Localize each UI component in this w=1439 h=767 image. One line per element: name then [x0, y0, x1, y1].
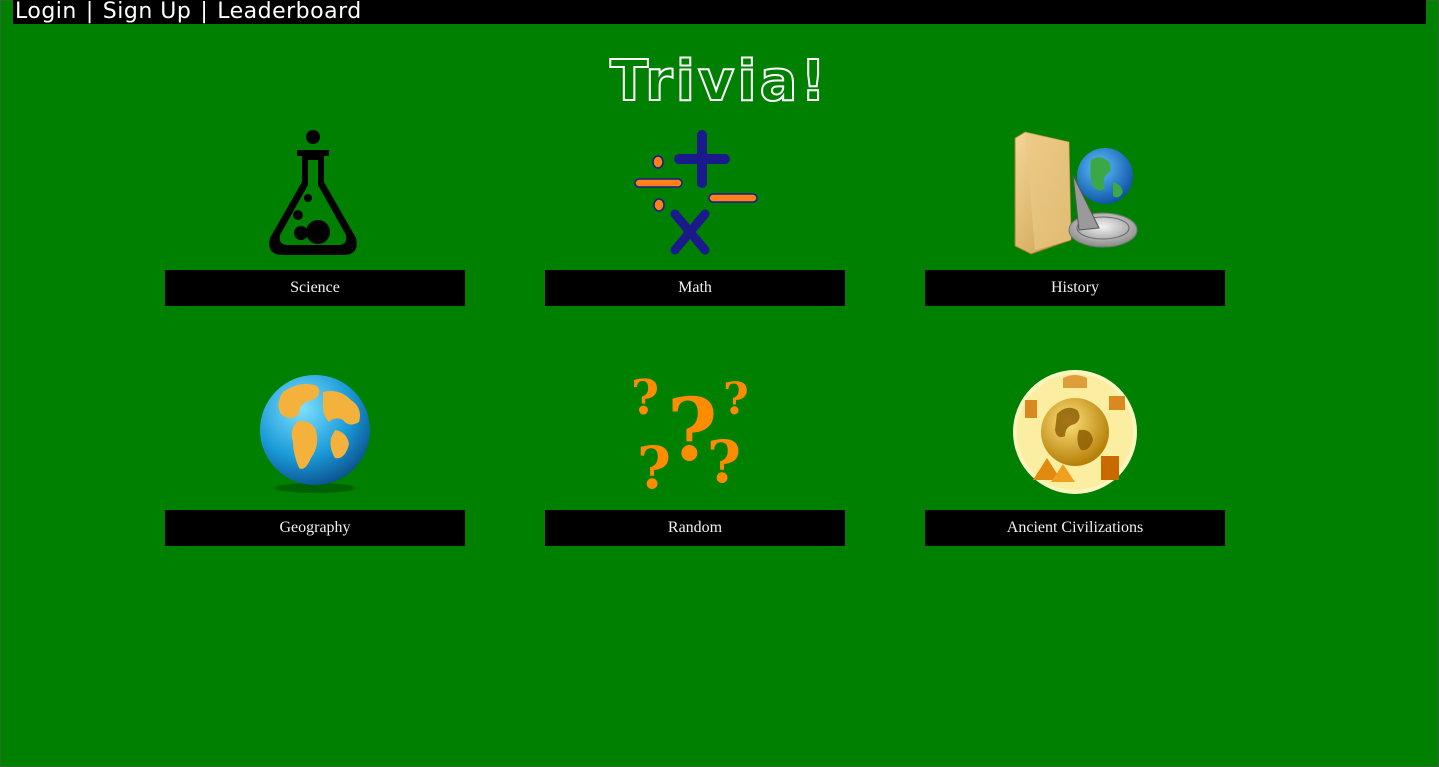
- question-marks-icon[interactable]: ? ? ? ? ?: [633, 370, 758, 495]
- nav-separator: |: [85, 0, 94, 24]
- question-mark-glyph: ?: [723, 374, 749, 425]
- category-random[interactable]: ? ? ? ? ? Random: [545, 370, 845, 550]
- nav-separator: |: [200, 0, 209, 24]
- category-science[interactable]: Science: [165, 130, 465, 310]
- category-label[interactable]: Math: [545, 270, 845, 306]
- category-history[interactable]: History: [925, 130, 1225, 310]
- ancient-globe-icon[interactable]: [1013, 370, 1138, 495]
- category-label[interactable]: Geography: [165, 510, 465, 546]
- sign-up-link[interactable]: Sign Up: [103, 0, 192, 24]
- flask-icon[interactable]: [253, 130, 378, 255]
- leaderboard-link[interactable]: Leaderboard: [217, 0, 361, 24]
- history-folder-globe-icon[interactable]: [1013, 130, 1138, 255]
- question-mark-glyph: ?: [633, 370, 659, 426]
- math-symbols-icon[interactable]: [633, 130, 758, 255]
- question-mark-glyph: ?: [637, 434, 671, 495]
- title-area: Trivia!: [0, 49, 1439, 116]
- question-mark-glyph: ?: [707, 428, 741, 495]
- category-label[interactable]: Random: [545, 510, 845, 546]
- category-ancient-civilizations[interactable]: Ancient Civilizations: [925, 370, 1225, 550]
- category-geography[interactable]: Geography: [165, 370, 465, 550]
- login-link[interactable]: Login: [15, 0, 77, 24]
- top-nav: Login | Sign Up | Leaderboard: [15, 0, 362, 24]
- category-math[interactable]: Math: [545, 130, 845, 310]
- category-label[interactable]: Science: [165, 270, 465, 306]
- page-title: Trivia!: [609, 49, 829, 114]
- category-label[interactable]: History: [925, 270, 1225, 306]
- category-label[interactable]: Ancient Civilizations: [925, 510, 1225, 546]
- globe-icon[interactable]: [253, 370, 378, 495]
